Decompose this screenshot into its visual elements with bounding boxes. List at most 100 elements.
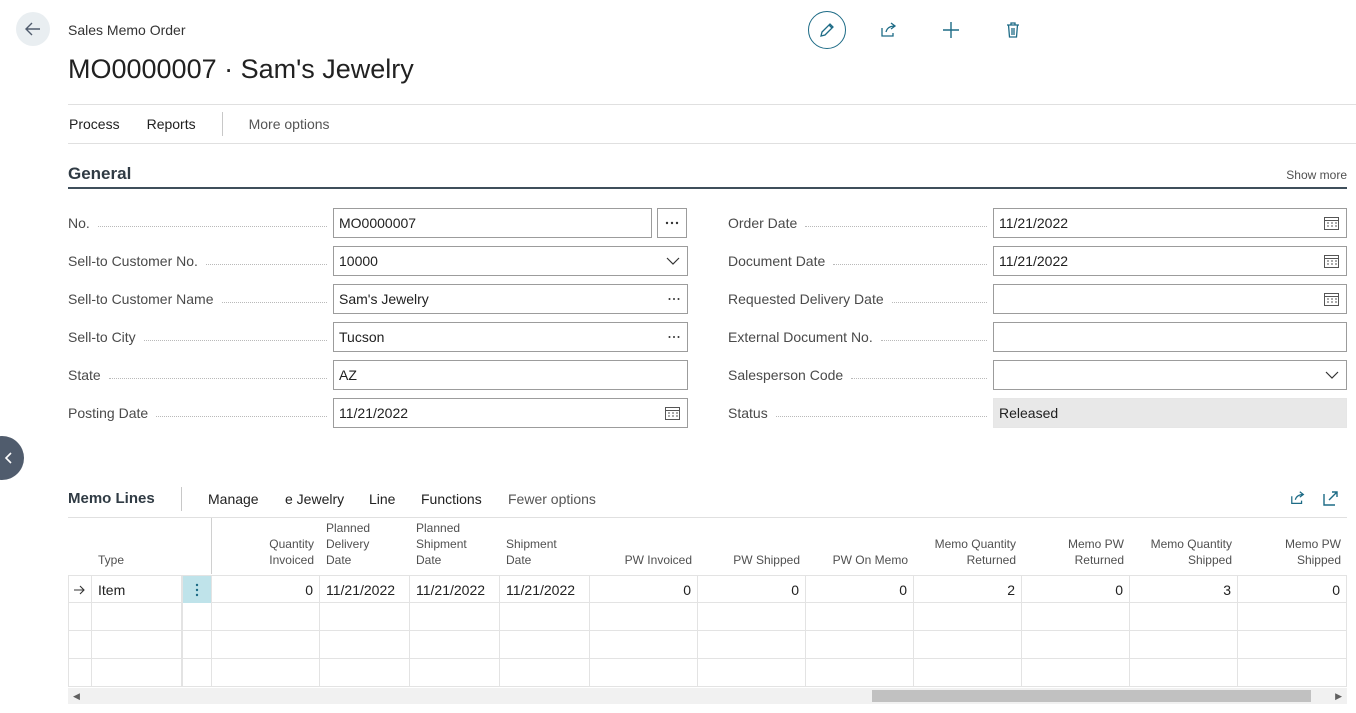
column-header-memo-quantity-shipped[interactable]: Memo Quantity Shipped [1136,536,1232,568]
edit-button[interactable] [808,11,846,49]
cell-shipment-date[interactable]: 11/21/2022 [500,576,590,603]
cell-pw-on-memo[interactable] [806,659,914,686]
scroll-left-icon[interactable]: ◀ [73,691,80,702]
lookup-button[interactable] [668,323,680,351]
cell-pw-invoiced[interactable] [590,631,698,658]
cell-pw-invoiced[interactable]: 0 [590,576,698,603]
column-header-planned-delivery-date[interactable]: Planned Delivery Date [326,520,404,568]
cell-planned-delivery-date[interactable] [320,631,410,658]
column-header-planned-shipment-date[interactable]: Planned Shipment Date [416,520,494,568]
row-indicator[interactable] [68,659,92,686]
cell-planned-shipment-date[interactable] [410,659,500,686]
cell-type[interactable] [92,631,182,658]
action-reports[interactable]: Reports [147,116,196,132]
cell-memo-pw-shipped[interactable] [1238,631,1347,658]
table-row[interactable] [68,659,1347,687]
cell-planned-shipment-date[interactable] [410,631,500,658]
general-section-title[interactable]: General [68,164,131,184]
horizontal-scrollbar[interactable]: ◀ ▶ [68,688,1347,704]
sell-to-customer-no-select[interactable]: 10000 [333,246,688,276]
cell-shipment-date[interactable] [500,631,590,658]
calendar-button[interactable] [1324,247,1339,275]
fewer-options-button[interactable]: Fewer options [508,491,596,507]
table-row[interactable] [68,631,1347,659]
cell-shipment-date[interactable] [500,603,590,630]
column-header-pw-on-memo[interactable]: PW On Memo [812,552,908,568]
cell-memo-quantity-returned[interactable] [914,631,1022,658]
requested-delivery-date-input[interactable] [993,284,1347,314]
lines-action-manage[interactable]: Manage [208,491,259,507]
scrollbar-thumb[interactable] [872,690,1311,702]
cell-pw-shipped[interactable] [698,603,806,630]
column-header-pw-invoiced[interactable]: PW Invoiced [596,552,692,568]
cell-type[interactable] [92,659,182,686]
cell-pw-invoiced[interactable] [590,659,698,686]
cell-memo-pw-shipped[interactable] [1238,659,1347,686]
cell-shipment-date[interactable] [500,659,590,686]
cell-memo-pw-returned[interactable] [1022,603,1130,630]
cell-memo-quantity-returned[interactable] [914,659,1022,686]
row-indicator[interactable] [68,576,92,603]
row-indicator[interactable] [68,603,92,630]
row-indicator[interactable] [68,631,92,658]
cell-planned-delivery-date[interactable] [320,603,410,630]
cell-pw-on-memo[interactable]: 0 [806,576,914,603]
table-row[interactable]: Item 0 11/21/2022 11/21/2022 11/21/2022 0 0 0 2 0… [68,575,1347,603]
lookup-button[interactable] [668,285,680,313]
no-input[interactable]: MO0000007 [333,208,652,238]
cell-pw-on-memo[interactable] [806,603,914,630]
row-actions-button[interactable] [182,659,212,686]
cell-planned-delivery-date[interactable]: 11/21/2022 [320,576,410,603]
lines-expand-button[interactable] [1323,490,1339,509]
cell-pw-invoiced[interactable] [590,603,698,630]
cell-memo-pw-returned[interactable] [1022,631,1130,658]
column-header-pw-shipped[interactable]: PW Shipped [704,552,800,568]
back-button[interactable] [16,12,50,46]
calendar-button[interactable] [1324,209,1339,237]
share-button[interactable] [870,11,908,49]
calendar-button[interactable] [1324,285,1339,313]
column-header-shipment-date[interactable]: Shipment Date [506,536,584,568]
row-actions-button[interactable] [182,631,212,658]
cell-quantity-invoiced[interactable]: 0 [212,576,320,603]
cell-planned-shipment-date[interactable]: 11/21/2022 [410,576,500,603]
lines-action-line[interactable]: Line [369,491,395,507]
cell-type[interactable] [92,603,182,630]
scroll-right-icon[interactable]: ▶ [1335,691,1342,702]
column-header-quantity-invoiced[interactable]: Quantity Invoiced [218,536,314,568]
cell-memo-pw-shipped[interactable] [1238,603,1347,630]
cell-memo-pw-returned[interactable]: 0 [1022,576,1130,603]
cell-memo-quantity-shipped[interactable] [1130,659,1238,686]
cell-pw-shipped[interactable]: 0 [698,576,806,603]
more-options-button[interactable]: More options [249,116,330,132]
lines-share-button[interactable] [1290,490,1306,509]
cell-planned-shipment-date[interactable] [410,603,500,630]
show-more-link[interactable]: Show more [1286,168,1347,182]
action-process[interactable]: Process [69,116,120,132]
cell-memo-quantity-shipped[interactable] [1130,603,1238,630]
cell-quantity-invoiced[interactable] [212,603,320,630]
collapse-pane-button[interactable] [0,436,24,480]
column-header-memo-pw-returned[interactable]: Memo PW Returned [1028,536,1124,568]
table-row[interactable] [68,603,1347,631]
column-header-memo-quantity-returned[interactable]: Memo Quantity Returned [920,536,1016,568]
order-date-input[interactable]: 11/21/2022 [993,208,1347,238]
cell-memo-quantity-returned[interactable] [914,603,1022,630]
column-header-type[interactable]: Type [98,552,176,568]
cell-type[interactable]: Item [92,576,182,603]
state-input[interactable]: AZ [333,360,688,390]
lines-action-functions[interactable]: Functions [421,491,482,507]
row-actions-button[interactable] [182,576,212,603]
cell-memo-quantity-returned[interactable]: 2 [914,576,1022,603]
row-actions-button[interactable] [182,603,212,630]
cell-memo-quantity-shipped[interactable]: 3 [1130,576,1238,603]
sell-to-city-input[interactable]: Tucson [333,322,688,352]
cell-memo-quantity-shipped[interactable] [1130,631,1238,658]
cell-pw-shipped[interactable] [698,659,806,686]
external-document-no-input[interactable] [993,322,1347,352]
posting-date-input[interactable]: 11/21/2022 [333,398,688,428]
add-button[interactable] [932,11,970,49]
calendar-button[interactable] [665,399,680,427]
cell-quantity-invoiced[interactable] [212,659,320,686]
delete-button[interactable] [994,11,1032,49]
